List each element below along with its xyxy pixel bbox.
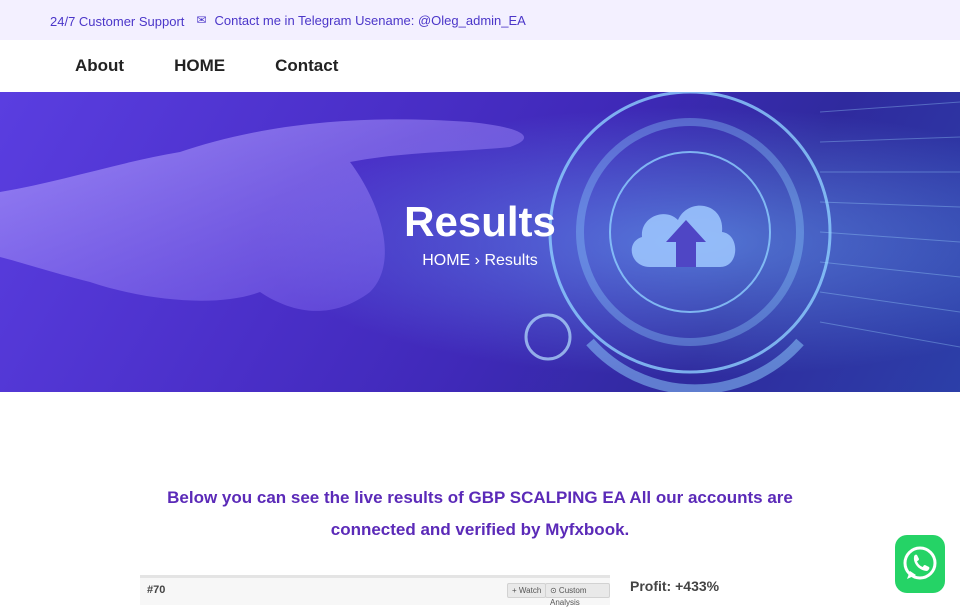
main-nav: About HOME Contact <box>0 40 960 92</box>
support-text: 24/7 Customer Support <box>50 13 185 29</box>
account-rank: #70 <box>147 584 166 596</box>
hero-banner: Results HOME › Results <box>0 92 960 392</box>
breadcrumb-current: Results <box>484 252 538 269</box>
breadcrumb-separator: › <box>474 252 480 269</box>
nav-item-about[interactable]: About <box>75 56 124 76</box>
profit-text: Profit: +433% <box>630 578 720 594</box>
nav-item-contact[interactable]: Contact <box>275 56 338 76</box>
results-intro-text: Below you can see the live results of GB… <box>167 488 793 539</box>
watch-button[interactable]: + Watch <box>507 583 547 598</box>
envelope-icon: ✉ <box>196 13 207 27</box>
telegram-contact-text[interactable]: Contact me in Telegram Usename: @Oleg_ad… <box>214 13 525 28</box>
telegram-contact[interactable]: ✉ Contact me in Telegram Usename: @Oleg_… <box>196 13 525 28</box>
breadcrumb: HOME › Results <box>0 252 960 270</box>
whatsapp-button[interactable] <box>895 535 945 593</box>
results-intro: Below you can see the live results of GB… <box>140 482 820 546</box>
myfxbook-widget: #70 + Watch ⊙ Custom Analysis <box>140 575 610 607</box>
page-title: Results <box>404 198 556 245</box>
custom-analysis-button[interactable]: ⊙ Custom Analysis <box>545 583 610 607</box>
nav-item-home[interactable]: HOME <box>174 56 225 76</box>
profit-label: Profit: +433% <box>630 578 719 594</box>
results-intro-end: . <box>624 520 630 539</box>
myfxbook-link[interactable]: Myfxbook <box>545 520 624 539</box>
top-bar: 24/7 Customer Support ✉ Contact me in Te… <box>0 0 960 40</box>
breadcrumb-home-link[interactable]: HOME <box>422 252 470 269</box>
